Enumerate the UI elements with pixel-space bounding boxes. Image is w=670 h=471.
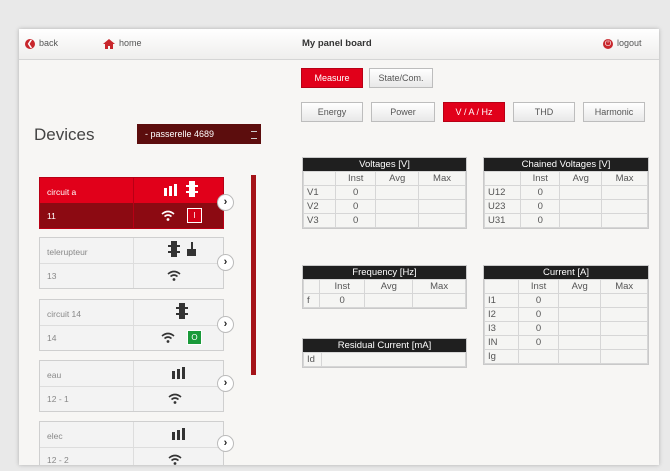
device-item-circuit-a[interactable]: circuit a 11 I xyxy=(39,177,224,229)
mode-tabs: Measure State/Com. xyxy=(301,68,433,88)
device-item-circuit-14[interactable]: circuit 14 14 O xyxy=(39,299,224,351)
breaker-icon xyxy=(186,181,198,197)
device-open-button[interactable]: › xyxy=(217,316,234,333)
device-list-scrollbar[interactable] xyxy=(251,175,256,375)
breaker-icon xyxy=(168,241,180,257)
device-open-button[interactable]: › xyxy=(217,375,234,392)
wireless-icon xyxy=(168,454,182,465)
back-link[interactable]: ❮ back xyxy=(25,38,58,49)
device-item-elec[interactable]: elec 12 - 2 xyxy=(39,421,224,465)
wireless-icon xyxy=(161,332,175,343)
frequency-panel: Frequency [Hz] Inst Avg Max f0 xyxy=(302,265,467,309)
hand-switch-icon xyxy=(187,242,196,256)
device-name: circuit a xyxy=(47,187,77,197)
device-item-eau[interactable]: eau 12 - 1 xyxy=(39,360,224,412)
table-row: V2 0 xyxy=(303,199,466,214)
tab-power[interactable]: Power xyxy=(371,102,435,122)
table-row: f0 xyxy=(303,293,466,308)
back-arrow-icon: ❮ xyxy=(25,38,35,49)
table-row: IN 0 xyxy=(484,335,648,350)
home-label: home xyxy=(119,38,142,48)
current-title: Current [A] xyxy=(484,266,648,279)
power-icon: ⏻ xyxy=(603,38,613,49)
devices-heading: Devices xyxy=(34,125,95,144)
wireless-icon xyxy=(168,393,182,404)
energy-meter-icon xyxy=(172,367,185,379)
energy-meter-icon xyxy=(172,428,185,440)
logout-label: logout xyxy=(617,38,642,48)
wireless-icon xyxy=(167,270,181,281)
device-address: 13 xyxy=(47,271,57,281)
device-open-button[interactable]: › xyxy=(217,254,234,271)
energy-meter-icon xyxy=(164,184,177,196)
table-row: U31 0 xyxy=(484,213,648,228)
wireless-icon xyxy=(161,210,175,221)
logout-link[interactable]: ⏻ logout xyxy=(603,38,642,49)
top-bar: ❮ back home My panel board ⏻ logout xyxy=(19,29,659,60)
table-row: I2 0 xyxy=(484,307,648,322)
device-name: eau xyxy=(47,370,62,380)
table-row: V3 0 xyxy=(303,213,466,228)
residual-current-panel: Residual Current [mA] Id xyxy=(302,338,467,368)
table-row: I1 0 xyxy=(484,293,648,308)
device-name: telerupteur xyxy=(47,247,88,257)
home-icon xyxy=(103,38,115,49)
tab-v-a-hz[interactable]: V / A / Hz xyxy=(443,102,505,122)
status-badge: I xyxy=(187,208,202,223)
table-row: V1 0 xyxy=(303,185,466,200)
device-address: 12 - 2 xyxy=(47,455,69,465)
table-row: Id xyxy=(303,352,466,367)
tab-state-com[interactable]: State/Com. xyxy=(369,68,433,88)
device-open-button[interactable]: › xyxy=(217,194,234,211)
table-row: Ig xyxy=(484,349,648,364)
back-label: back xyxy=(39,38,59,48)
device-address: 12 - 1 xyxy=(47,394,69,404)
device-open-button[interactable]: › xyxy=(217,435,234,452)
device-item-telerupteur[interactable]: telerupteur 13 xyxy=(39,237,224,289)
tab-energy[interactable]: Energy xyxy=(301,102,363,122)
device-name: elec xyxy=(47,431,63,441)
device-address: 11 xyxy=(47,211,56,221)
frequency-title: Frequency [Hz] xyxy=(303,266,466,279)
home-link[interactable]: home xyxy=(103,38,142,49)
measure-tabs: Energy Power V / A / Hz THD Harmonic xyxy=(301,102,645,122)
tab-harmonic[interactable]: Harmonic xyxy=(583,102,645,122)
gateway-selector[interactable]: - passerelle 4689 xyxy=(137,124,261,144)
residual-current-title: Residual Current [mA] xyxy=(303,339,466,352)
breaker-icon xyxy=(176,303,188,319)
tab-measure[interactable]: Measure xyxy=(301,68,363,88)
voltages-panel: Voltages [V] Inst Avg Max V1 0 V2 0 V3 0 xyxy=(302,157,467,229)
page-title: My panel board xyxy=(302,38,372,49)
chained-voltages-title: Chained Voltages [V] xyxy=(484,158,648,171)
table-row: U12 0 xyxy=(484,185,648,200)
tab-thd[interactable]: THD xyxy=(513,102,575,122)
device-address: 14 xyxy=(47,333,57,343)
chained-voltages-panel: Chained Voltages [V] Inst Avg Max U12 0 U23… xyxy=(483,157,649,229)
table-row: I3 0 xyxy=(484,321,648,336)
menu-icon xyxy=(251,131,257,139)
app-frame: ❮ back home My panel board ⏻ logout Measur… xyxy=(19,29,659,465)
device-name: circuit 14 xyxy=(47,309,82,319)
current-panel: Current [A] Inst Avg Max I1 0 I2 0 I3 0 IN 0 I… xyxy=(483,265,649,365)
voltages-title: Voltages [V] xyxy=(303,158,466,171)
table-row: U23 0 xyxy=(484,199,648,214)
status-badge: O xyxy=(187,330,202,345)
gateway-label: - passerelle 4689 xyxy=(145,129,215,139)
